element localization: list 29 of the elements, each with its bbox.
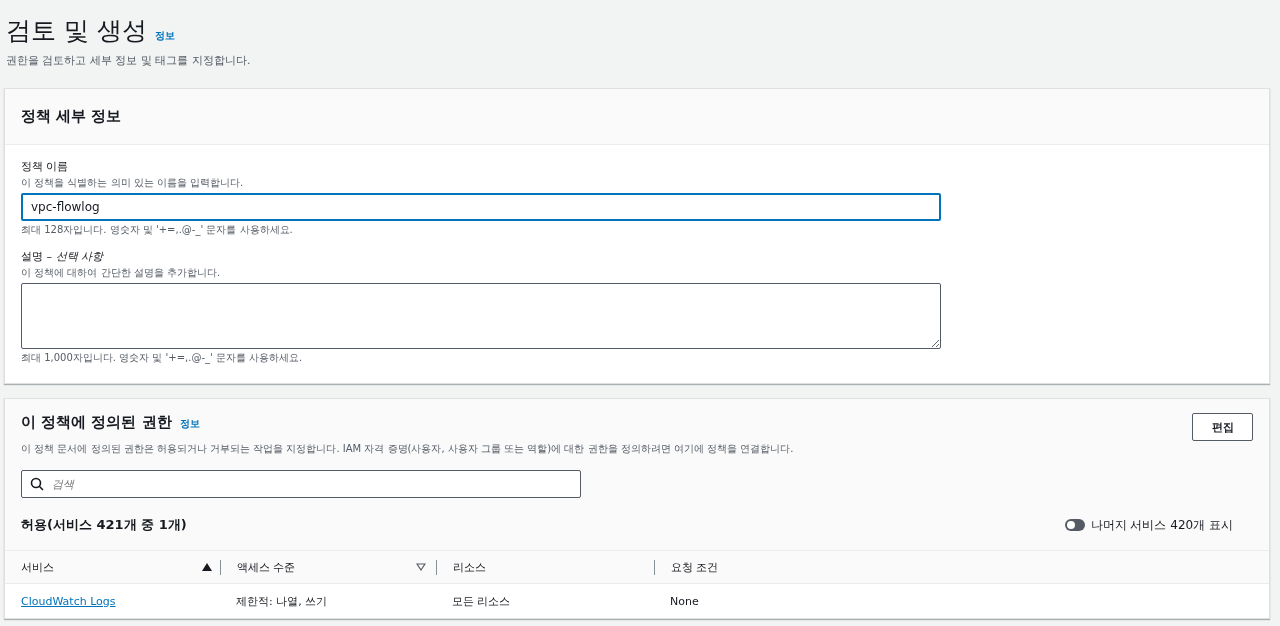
search-field[interactable]: 검색 bbox=[21, 470, 581, 498]
service-link[interactable]: CloudWatch Logs bbox=[21, 594, 116, 608]
column-header: 리소스 bbox=[436, 550, 654, 584]
search-icon bbox=[30, 477, 44, 491]
field-label: 정책 이름 bbox=[21, 159, 70, 174]
panel-title: 이 정책에 정의된 권한 bbox=[21, 413, 172, 432]
panel-title: 정책 세부 정보 bbox=[21, 107, 122, 126]
field-constraint: 최대 1,000자입니다. 영숫자 및 '+=,.@-_' 문자를 사용하세요. bbox=[21, 351, 304, 365]
description-textarea[interactable] bbox=[21, 283, 941, 349]
info-link[interactable]: 정보 bbox=[179, 417, 200, 431]
column-header: 요청 조건 bbox=[654, 550, 1269, 584]
table-cell: None bbox=[654, 583, 1269, 618]
field-constraint: 최대 128자입니다. 영숫자 및 '+=,.@-_' 문자를 사용하세요. bbox=[21, 223, 294, 237]
field-label: 설명 – 선택 사항 bbox=[21, 249, 105, 264]
column-header[interactable]: 서비스 bbox=[5, 550, 220, 584]
page-description: 권한을 검토하고 세부 정보 및 태그를 지정합니다. bbox=[6, 53, 252, 68]
toggle-switch[interactable] bbox=[1064, 519, 1085, 531]
page-title: 검토 및 생성 bbox=[6, 15, 147, 47]
table-cell: 모든 리소스 bbox=[436, 583, 654, 618]
info-link[interactable]: 정보 bbox=[154, 29, 175, 43]
panel-description: 이 정책 문서에 정의된 권한은 허용되거나 거부되는 작업을 지정합니다. IAM 자격 증명(사용자, 사용자 그룹 또는 역할)에 대한 권한을 정의하려면 여기에 정책을 연결합니다. bbox=[21, 442, 794, 456]
toggle-label: 나머지 서비스 420개 표시 bbox=[1090, 516, 1233, 534]
field-hint: 이 정책에 대하여 간단한 설명을 추가합니다. bbox=[21, 266, 222, 280]
policy-name-input[interactable]: vpc-flowlog bbox=[21, 193, 941, 221]
column-header[interactable]: 액세스 수준 bbox=[220, 550, 436, 584]
field-hint: 이 정책을 식별하는 의미 있는 이름을 입력합니다. bbox=[21, 176, 245, 190]
table-cell: 제한적: 나열, 쓰기 bbox=[220, 583, 436, 618]
edit-button[interactable]: 편집 bbox=[1192, 413, 1253, 441]
allow-heading: 허용(서비스 421개 중 1개) bbox=[21, 516, 187, 534]
